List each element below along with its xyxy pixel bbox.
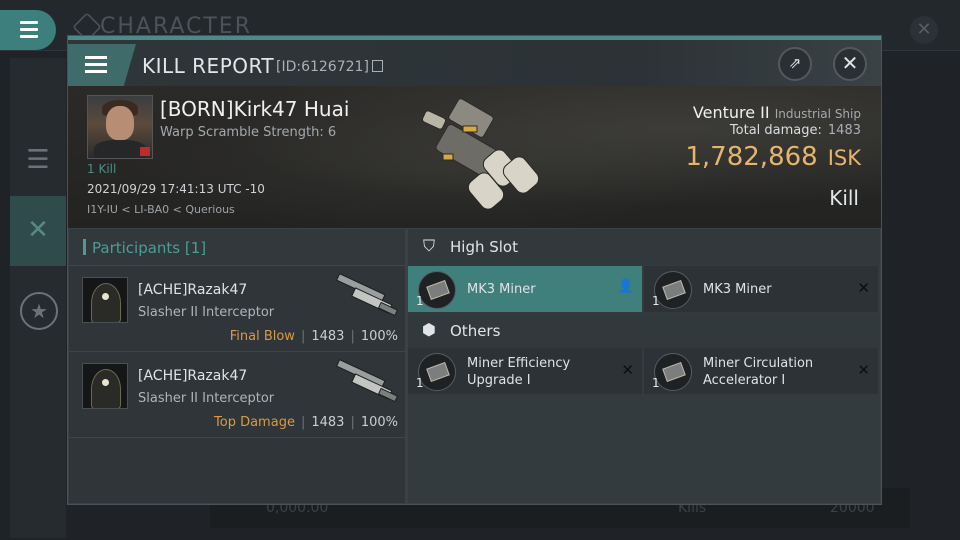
cube-icon: ⬢	[422, 320, 436, 339]
participant-row[interactable]: [ACHE]Razak47 Slasher II Interceptor Fin…	[69, 266, 405, 352]
destroyed-x-icon: ✕	[857, 361, 870, 379]
kill-datetime: 2021/09/29 17:41:13 UTC -10	[87, 182, 265, 196]
hamburger-icon	[20, 21, 38, 42]
fitting-panel: ⛉ High Slot 1 MK3 Miner 👤 1 MK3 Miner ✕ …	[408, 229, 880, 503]
list-icon: ☰	[26, 145, 50, 175]
share-icon: ⇗	[788, 54, 802, 72]
module-name: Miner Efficiency Upgrade I	[467, 356, 571, 388]
others-header: ⬢ Others	[408, 313, 880, 349]
participant-damage: 1483	[311, 415, 345, 430]
warp-scramble-strength: Warp Scramble Strength: 6	[160, 125, 337, 140]
sidebar-item-kills[interactable]: ✕	[10, 196, 66, 266]
module-quantity: 1	[416, 376, 424, 390]
corp-badge-icon	[140, 147, 150, 156]
participant-ship: Slasher II Interceptor	[138, 305, 275, 320]
ship-name[interactable]: Venture II Industrial Ship	[693, 103, 861, 122]
participant-row[interactable]: [ACHE]Razak47 Slasher II Interceptor Top…	[69, 352, 405, 438]
module-name: Miner Circulation Accelerator I	[703, 356, 814, 388]
kill-type: Kill	[829, 186, 859, 210]
victim-kill-count: 1 Kill	[87, 162, 117, 176]
module-item[interactable]: 1 Miner Circulation Accelerator I ✕	[644, 348, 878, 394]
high-slot-label: High Slot	[450, 238, 518, 256]
module-quantity: 1	[652, 376, 660, 390]
participant-name[interactable]: [ACHE]Razak47	[138, 282, 247, 298]
kill-location[interactable]: I1Y-IU < LI-BA0 < Querious	[87, 203, 235, 216]
kill-report-window: KILL REPORT [ID:6126721] ⇗ ✕ [BORN]Kirk4…	[67, 35, 882, 505]
sidebar-item-list[interactable]: ☰	[10, 126, 66, 196]
background-close-icon[interactable]: ✕	[910, 16, 938, 44]
background-menu-button[interactable]	[0, 10, 56, 50]
participant-percent: 100%	[360, 329, 398, 344]
ship-image	[421, 98, 540, 210]
window-header: KILL REPORT [ID:6126721] ⇗ ✕	[68, 40, 881, 86]
victim-name[interactable]: [BORN]Kirk47 Huai	[160, 97, 349, 121]
others-label: Others	[450, 322, 501, 340]
star-icon: ★	[20, 292, 58, 330]
isk-amount: 1,782,868	[685, 142, 818, 172]
miner-module-icon	[654, 271, 692, 309]
destroyed-x-icon: ✕	[857, 279, 870, 297]
isk-unit: ISK	[827, 146, 861, 170]
module-item[interactable]: 1 Miner Efficiency Upgrade I ✕	[408, 348, 642, 394]
participant-stats: Final Blow | 1483 | 100%	[229, 329, 398, 344]
participants-panel: Participants [1] [ACHE]Razak47 Slasher I…	[69, 229, 405, 503]
participant-damage: 1483	[311, 329, 345, 344]
window-title: KILL REPORT	[142, 54, 275, 78]
total-damage: Total damage: 1483	[730, 123, 861, 138]
close-icon: ✕	[841, 51, 859, 75]
crossed-swords-icon: ✕	[27, 215, 49, 245]
participant-ship-image	[335, 273, 399, 317]
ship-name-text: Venture II	[692, 103, 770, 122]
participant-ship: Slasher II Interceptor	[138, 391, 275, 406]
dropped-person-icon: 👤	[617, 279, 634, 294]
destroyed-x-icon: ✕	[621, 361, 634, 379]
accelerator-module-icon	[654, 353, 692, 391]
upgrade-module-icon	[418, 353, 456, 391]
participant-avatar[interactable]	[82, 277, 128, 323]
background-sidebar: ☰ ✕ ★	[10, 58, 66, 538]
module-quantity: 1	[416, 294, 424, 308]
sidebar-item-medals[interactable]: ★	[10, 274, 66, 344]
total-damage-value: 1483	[827, 123, 861, 138]
module-name: MK3 Miner	[467, 282, 536, 297]
participant-tag: Final Blow	[229, 329, 295, 344]
kill-summary: [BORN]Kirk47 Huai Warp Scramble Strength…	[68, 86, 881, 228]
module-name: MK3 Miner	[703, 282, 772, 297]
close-button[interactable]: ✕	[833, 47, 867, 81]
total-damage-label: Total damage:	[729, 123, 822, 138]
menu-button[interactable]	[68, 44, 136, 86]
module-item[interactable]: 1 MK3 Miner ✕	[644, 266, 878, 312]
participants-title: Participants [1]	[92, 239, 207, 257]
participant-name[interactable]: [ACHE]Razak47	[138, 368, 247, 384]
participant-stats: Top Damage | 1483 | 100%	[214, 415, 398, 430]
copy-icon[interactable]	[371, 60, 383, 72]
kill-report-id[interactable]: [ID:6126721]	[276, 59, 383, 75]
share-button[interactable]: ⇗	[778, 47, 812, 81]
high-slot-icon: ⛉	[422, 236, 435, 255]
participant-ship-image	[335, 359, 399, 403]
participants-header: Participants [1]	[69, 229, 405, 266]
participant-avatar[interactable]	[82, 363, 128, 409]
kill-report-id-text: [ID:6126721]	[276, 59, 369, 75]
hamburger-icon	[85, 56, 107, 77]
miner-module-icon	[418, 271, 456, 309]
participant-percent: 100%	[360, 415, 398, 430]
ship-class: Industrial Ship	[774, 107, 861, 121]
high-slot-header: ⛉ High Slot	[408, 229, 880, 265]
participant-tag: Top Damage	[214, 415, 295, 430]
module-item[interactable]: 1 MK3 Miner 👤	[408, 266, 642, 312]
isk-value: 1,782,868 ISK	[685, 142, 861, 172]
module-quantity: 1	[652, 294, 660, 308]
